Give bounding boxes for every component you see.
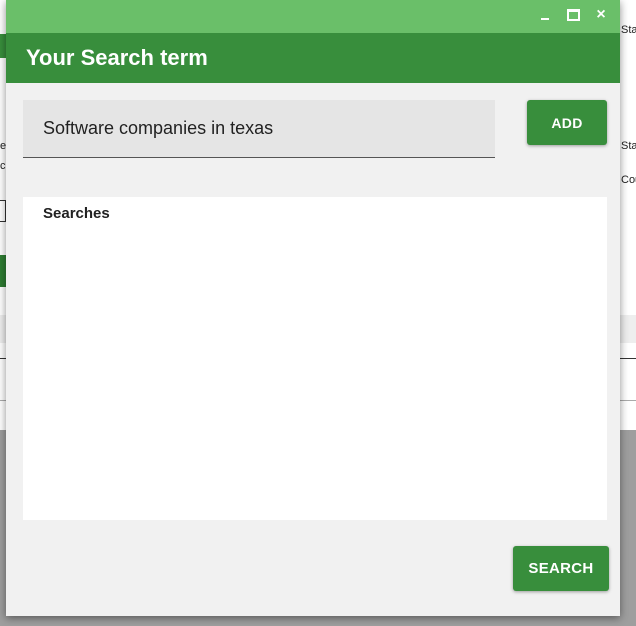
window-titlebar[interactable]: × [6, 0, 620, 33]
background-text: Stat [621, 24, 636, 36]
close-icon: × [596, 6, 606, 23]
background-text: Stat [621, 140, 636, 152]
close-button[interactable]: × [592, 6, 610, 24]
minimize-button[interactable] [536, 6, 554, 24]
search-term-input[interactable] [23, 100, 495, 158]
minimize-icon [541, 18, 549, 20]
add-button[interactable]: ADD [527, 100, 607, 145]
searches-list[interactable]: Searches [23, 197, 607, 520]
dialog-title: Your Search term [26, 45, 208, 70]
maximize-icon [566, 9, 580, 21]
search-term-dialog: × Your Search term ADD Searches SEARCH [6, 0, 620, 616]
maximize-button[interactable] [564, 6, 582, 24]
searches-label: Searches [43, 205, 110, 222]
dialog-header: Your Search term [6, 33, 620, 83]
search-button[interactable]: SEARCH [513, 546, 609, 591]
background-text: Cou [621, 174, 636, 186]
